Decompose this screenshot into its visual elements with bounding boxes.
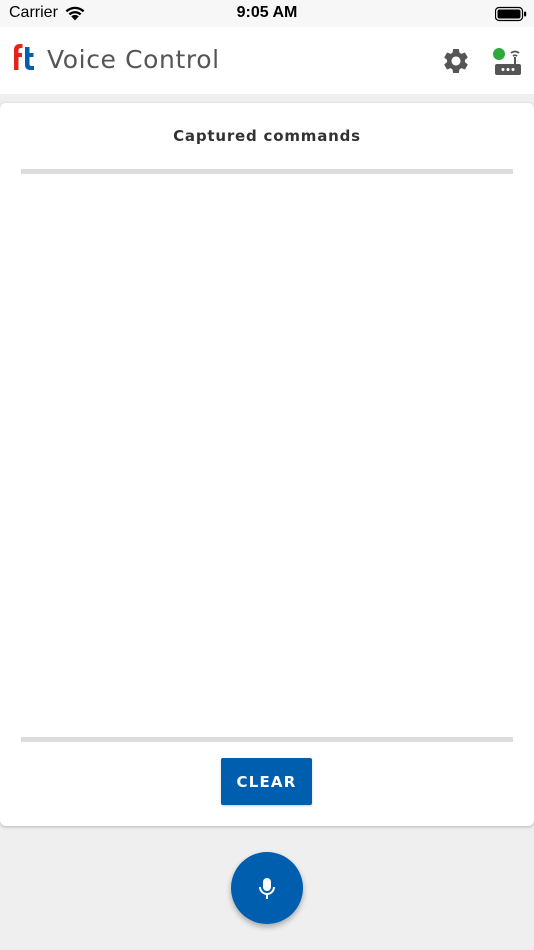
microphone-button[interactable]	[231, 852, 303, 924]
command-list[interactable]	[21, 174, 513, 737]
app-title: Voice Control	[47, 45, 220, 74]
divider	[21, 737, 513, 742]
fischertechnik-logo	[14, 44, 34, 70]
card-title: Captured commands	[173, 127, 361, 145]
clear-button[interactable]: CLEAR	[221, 758, 312, 805]
captured-commands-card: Captured commands CLEAR	[0, 103, 534, 826]
gear-icon[interactable]	[441, 46, 471, 76]
carrier-label: Carrier	[9, 4, 58, 21]
status-bar: Carrier 9:05 AM	[0, 0, 534, 27]
battery-icon	[495, 6, 527, 22]
wifi-icon	[65, 6, 85, 21]
app-bar: Voice Control	[0, 27, 534, 94]
microphone-icon	[259, 878, 275, 899]
router-connected-icon[interactable]	[491, 46, 523, 76]
